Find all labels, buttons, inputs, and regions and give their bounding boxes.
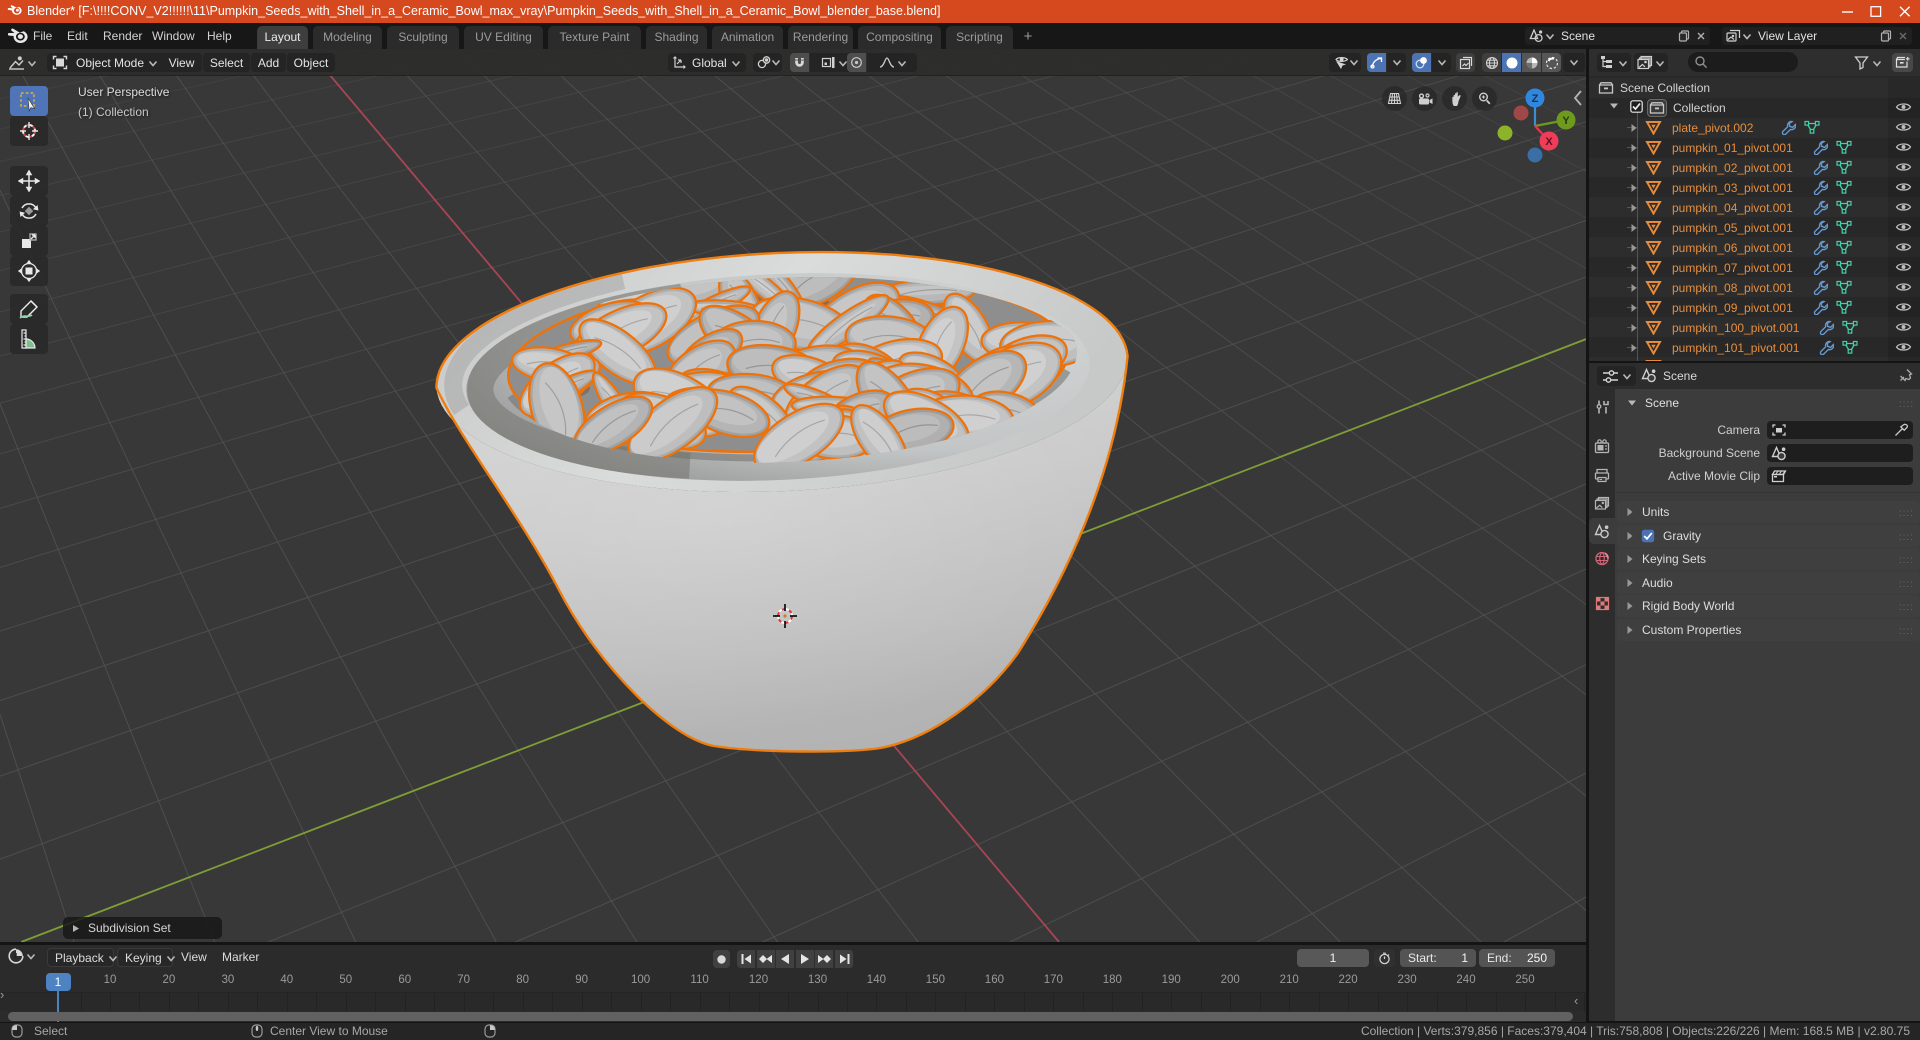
svg-text:Y: Y	[1562, 115, 1570, 127]
svg-text:Z: Z	[1532, 93, 1539, 105]
svg-text:X: X	[1545, 136, 1553, 148]
